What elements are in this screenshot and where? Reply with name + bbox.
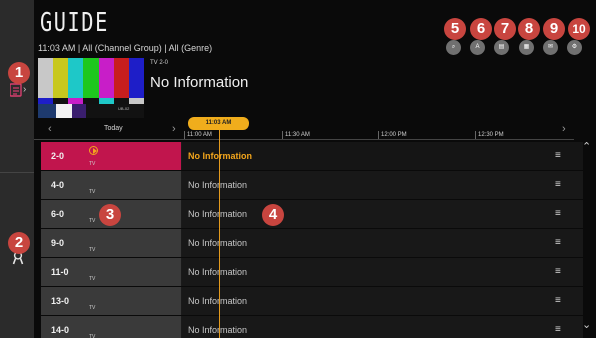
channel-cell[interactable]: 9-0 TV	[41, 229, 182, 257]
day-label: Today	[104, 125, 123, 132]
callout-badge: 8	[518, 18, 540, 40]
menu-list-icon[interactable]: ›	[9, 83, 27, 97]
program-cell[interactable]: No Information ≡	[182, 229, 583, 257]
row-menu-icon[interactable]: ≡	[555, 150, 561, 161]
date-time-bar: ‹ Today › 11:00 AM 11:30 AM 12:00 PM 12:…	[34, 120, 596, 140]
table-row[interactable]: 11-0 TV No Information ≡	[41, 258, 583, 286]
channel-grid: 2-0 TV No Information ≡ 4-0 TV No Inform…	[41, 142, 583, 338]
channel-type: TV	[89, 276, 96, 282]
channel-cell[interactable]: 13-0 TV	[41, 287, 182, 315]
channel-type: TV	[89, 161, 96, 167]
program-title: No Information	[188, 180, 248, 190]
table-row[interactable]: 2-0 TV No Information ≡	[41, 142, 583, 170]
left-sidebar: ›	[0, 0, 34, 338]
callout-badge: 2	[8, 232, 30, 254]
program-title: No Information	[188, 296, 248, 306]
table-row[interactable]: 14-0 TV No Information ≡	[41, 316, 583, 338]
play-icon	[89, 146, 98, 155]
program-title: No Information	[188, 238, 248, 248]
messages-icon[interactable]: ✉	[543, 40, 558, 55]
current-time-pill: 11:03 AM	[188, 117, 249, 130]
chevron-right-icon: ›	[23, 84, 27, 95]
callout-badge: 6	[470, 18, 492, 40]
callout-badge: 10	[568, 18, 590, 40]
callout-badge: 3	[99, 204, 121, 226]
channel-type: TV	[89, 189, 96, 195]
preview-program-title: No Information	[150, 74, 249, 91]
callout-badge: 4	[262, 204, 284, 226]
table-row[interactable]: 13-0 TV No Information ≡	[41, 287, 583, 315]
table-row[interactable]: 9-0 TV No Information ≡	[41, 229, 583, 257]
channel-cell[interactable]: 2-0 TV	[41, 142, 182, 170]
channel-type: TV	[89, 218, 96, 224]
row-menu-icon[interactable]: ≡	[555, 295, 561, 306]
callout-badge: 7	[494, 18, 516, 40]
channel-number: 6-0	[51, 209, 65, 219]
program-cell[interactable]: No Information ≡	[182, 316, 583, 338]
program-title: No Information	[188, 151, 252, 161]
row-menu-icon[interactable]: ≡	[555, 179, 561, 190]
preview-overlay-text: UB-02	[118, 106, 130, 111]
program-cell[interactable]: No Information ≡	[182, 171, 583, 199]
next-day-button[interactable]: ›	[172, 123, 176, 135]
next-time-button[interactable]: ›	[562, 123, 566, 135]
row-menu-icon[interactable]: ≡	[555, 324, 561, 335]
scroll-up-button[interactable]: ⌃	[582, 140, 591, 153]
table-row[interactable]: 4-0 TV No Information ≡	[41, 171, 583, 199]
row-menu-icon[interactable]: ≡	[555, 208, 561, 219]
recordings-icon[interactable]: ▦	[519, 40, 534, 55]
program-title: No Information	[188, 267, 248, 277]
program-title: No Information	[188, 209, 248, 219]
channel-cell[interactable]: 4-0 TV	[41, 171, 182, 199]
schedule-icon[interactable]: ▤	[494, 40, 509, 55]
channel-type: TV	[89, 334, 96, 338]
channel-number: 11-0	[51, 267, 69, 277]
program-cell[interactable]: No Information ≡	[182, 287, 583, 315]
color-bars	[38, 58, 144, 98]
channel-type: TV	[89, 247, 96, 253]
guide-subtitle: 11:03 AM | All (Channel Group) | All (Ge…	[38, 43, 213, 53]
timeline-divider	[34, 139, 574, 140]
callout-badge: 9	[543, 18, 565, 40]
search-icon[interactable]: ⌕	[446, 40, 461, 55]
row-menu-icon[interactable]: ≡	[555, 266, 561, 277]
channel-number: 13-0	[51, 296, 70, 306]
sidebar-divider	[0, 172, 34, 173]
page-title: GUIDE	[40, 8, 109, 38]
channel-number: 2-0	[51, 151, 65, 161]
program-cell[interactable]: No Information ≡	[182, 200, 583, 228]
font-size-icon[interactable]: A	[470, 40, 485, 55]
channel-cell[interactable]: 14-0 TV	[41, 316, 182, 338]
callout-badge: 1	[8, 62, 30, 84]
program-cell[interactable]: No Information ≡	[182, 142, 583, 170]
menu-list-glyph	[9, 83, 22, 97]
prev-day-button[interactable]: ‹	[48, 123, 52, 135]
settings-icon[interactable]: ⚙	[567, 40, 582, 55]
program-cell[interactable]: No Information ≡	[182, 258, 583, 286]
row-menu-icon[interactable]: ≡	[555, 237, 561, 248]
preview-channel-number: TV 2-0	[150, 60, 169, 66]
channel-cell[interactable]: 11-0 TV	[41, 258, 182, 286]
live-preview[interactable]: UB-02	[38, 58, 144, 118]
table-row[interactable]: 6-0 TV No Information ≡	[41, 200, 583, 228]
guide-panel: GUIDE 11:03 AM | All (Channel Group) | A…	[34, 0, 596, 338]
current-time-line	[219, 130, 220, 338]
channel-number: 9-0	[51, 238, 65, 248]
channel-number: 4-0	[51, 180, 65, 190]
channel-number: 14-0	[51, 325, 70, 335]
program-title: No Information	[188, 325, 248, 335]
scroll-down-button[interactable]: ⌄	[582, 318, 591, 331]
callout-badge: 5	[444, 18, 466, 40]
channel-type: TV	[89, 305, 96, 311]
